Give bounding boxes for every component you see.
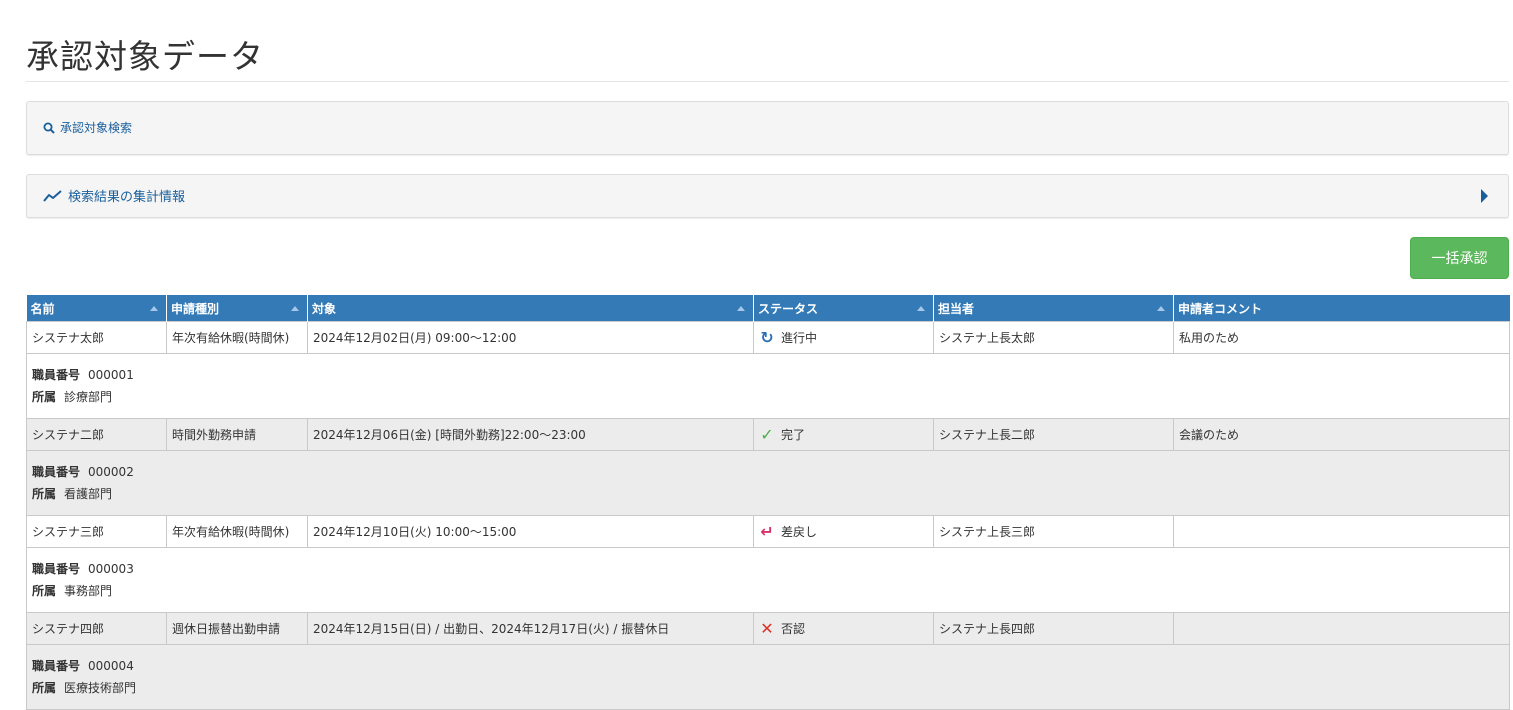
search-panel: 承認対象検索 [26, 101, 1509, 155]
table-row[interactable]: システナ太郎 年次有給休暇(時間休) 2024年12月02日(月) 09:00～… [26, 321, 1510, 354]
employee-number-line: 職員番号 000004 [32, 659, 134, 673]
employee-number-line: 職員番号 000001 [32, 368, 134, 382]
status-label: 差戻し [781, 525, 818, 539]
refresh-icon: ↻ [760, 327, 774, 347]
trend-line-icon [43, 189, 62, 202]
approval-table: 名前 申請種別 対象 ステータス 担当者 申請者コメント システナ太郎 年次有給… [26, 295, 1510, 710]
title-divider [26, 81, 1509, 82]
search-toggle-link[interactable]: 承認対象検索 [43, 119, 132, 136]
sort-asc-icon [917, 306, 925, 311]
status-label: 進行中 [781, 331, 818, 345]
cell-status: ↵ 差戻し [753, 515, 934, 548]
return-arrow-icon: ↵ [760, 521, 774, 541]
sort-asc-icon [1157, 306, 1165, 311]
table-header-row: 名前 申請種別 対象 ステータス 担当者 申請者コメント [26, 295, 1510, 322]
status-label: 完了 [781, 428, 806, 442]
cell-assignee: システナ上長四郎 [933, 612, 1174, 645]
cell-status: ✕ 否認 [753, 612, 934, 645]
cell-assignee: システナ上長三郎 [933, 515, 1174, 548]
approval-grid: 名前 申請種別 対象 ステータス 担当者 申請者コメント システナ太郎 年次有給… [26, 295, 1510, 710]
column-header-name[interactable]: 名前 [26, 295, 167, 322]
column-header-status[interactable]: ステータス [753, 295, 934, 322]
table-row-detail: 職員番号 000003 所属 事務部門 [26, 547, 1510, 613]
table-row[interactable]: システナ二郎 時間外勤務申請 2024年12月06日(金) [時間外勤務]22:… [26, 418, 1510, 451]
cell-comment [1173, 515, 1510, 548]
summary-toggle-link[interactable]: 検索結果の集計情報 [43, 186, 185, 205]
page: 承認対象データ 承認対象検索 検索結果の集計情報 一括承認 名前 申請種別 対象… [0, 0, 1513, 710]
department-line: 所属 医療技術部門 [32, 681, 137, 695]
employee-number-line: 職員番号 000002 [32, 465, 134, 479]
table-row[interactable]: システナ四郎 週休日振替出勤申請 2024年12月15日(日) / 出勤日、20… [26, 612, 1510, 645]
cell-name: システナ太郎 [26, 321, 167, 354]
check-icon: ✓ [760, 424, 774, 444]
column-header-target[interactable]: 対象 [307, 295, 754, 322]
department-line: 所属 事務部門 [32, 584, 113, 598]
column-header-type[interactable]: 申請種別 [166, 295, 308, 322]
department-line: 所属 看護部門 [32, 487, 113, 501]
sort-asc-icon [291, 306, 299, 311]
cell-comment: 会議のため [1173, 418, 1510, 451]
cell-target: 2024年12月06日(金) [時間外勤務]22:00～23:00 [307, 418, 754, 451]
status-label: 否認 [781, 622, 806, 636]
expand-caret-icon[interactable] [1481, 189, 1488, 203]
cross-icon: ✕ [760, 618, 774, 638]
cell-name: システナ三郎 [26, 515, 167, 548]
cell-status: ↻ 進行中 [753, 321, 934, 354]
cell-comment: 私用のため [1173, 321, 1510, 354]
cell-status: ✓ 完了 [753, 418, 934, 451]
cell-type: 年次有給休暇(時間休) [166, 321, 308, 354]
summary-panel: 検索結果の集計情報 [26, 174, 1509, 218]
column-header-comment[interactable]: 申請者コメント [1173, 295, 1510, 322]
cell-target: 2024年12月02日(月) 09:00～12:00 [307, 321, 754, 354]
table-row-detail: 職員番号 000004 所属 医療技術部門 [26, 644, 1510, 710]
page-title: 承認対象データ [26, 37, 264, 76]
cell-type: 年次有給休暇(時間休) [166, 515, 308, 548]
cell-type: 時間外勤務申請 [166, 418, 308, 451]
table-row[interactable]: システナ三郎 年次有給休暇(時間休) 2024年12月10日(火) 10:00～… [26, 515, 1510, 548]
cell-assignee: システナ上長二郎 [933, 418, 1174, 451]
cell-target: 2024年12月10日(火) 10:00～15:00 [307, 515, 754, 548]
cell-name: システナ四郎 [26, 612, 167, 645]
table-row-detail: 職員番号 000001 所属 診療部門 [26, 353, 1510, 419]
cell-comment [1173, 612, 1510, 645]
employee-number-line: 職員番号 000003 [32, 562, 134, 576]
cell-target: 2024年12月15日(日) / 出勤日、2024年12月17日(火) / 振替… [307, 612, 754, 645]
search-panel-label: 承認対象検索 [60, 121, 133, 135]
search-icon [43, 122, 55, 134]
cell-type: 週休日振替出勤申請 [166, 612, 308, 645]
summary-panel-label: 検索結果の集計情報 [68, 190, 186, 205]
column-header-assignee[interactable]: 担当者 [933, 295, 1174, 322]
cell-assignee: システナ上長太郎 [933, 321, 1174, 354]
cell-name: システナ二郎 [26, 418, 167, 451]
bulk-approve-button[interactable]: 一括承認 [1410, 237, 1509, 279]
sort-asc-icon [737, 306, 745, 311]
department-line: 所属 診療部門 [32, 390, 113, 404]
sort-asc-icon [150, 306, 158, 311]
table-row-detail: 職員番号 000002 所属 看護部門 [26, 450, 1510, 516]
